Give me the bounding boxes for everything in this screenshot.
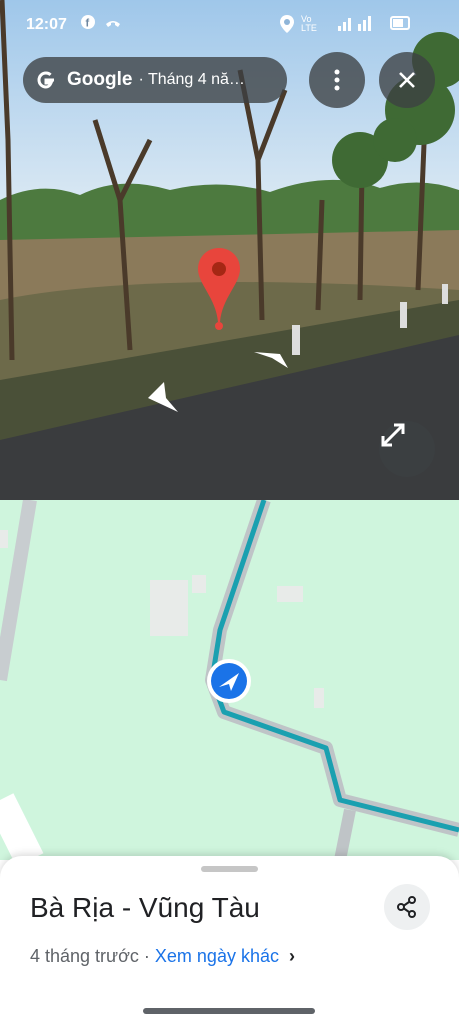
location-icon: [279, 14, 295, 38]
google-g-icon: [37, 71, 54, 89]
separator: ·: [138, 946, 155, 966]
time-ago-label: 4 tháng trước: [30, 946, 139, 966]
move-forward-arrow-icon[interactable]: [252, 350, 290, 370]
other-dates-link[interactable]: Xem ngày khác: [155, 946, 279, 966]
gesture-nav-bar[interactable]: [143, 1008, 315, 1014]
map-view[interactable]: [0, 500, 459, 860]
move-left-arrow-icon[interactable]: [144, 380, 182, 414]
svg-text:f: f: [86, 18, 90, 30]
share-icon: [397, 896, 416, 918]
close-icon: [399, 72, 415, 88]
chevron-right-icon[interactable]: ›: [289, 946, 295, 966]
more-options-button[interactable]: [309, 52, 365, 108]
location-pin-icon: [198, 248, 240, 330]
sheet-drag-handle[interactable]: [201, 866, 258, 872]
place-name: Bà Rịa - Vũng Tàu: [30, 892, 260, 923]
date-info-row: 4 tháng trước · Xem ngày khác ›: [30, 946, 295, 967]
status-time: 12:07: [26, 16, 67, 33]
capture-date-label: · Tháng 4 nă…: [138, 71, 245, 88]
current-location-arrow-icon: [207, 659, 251, 703]
expand-icon: [381, 423, 405, 447]
brand-label: Google: [67, 69, 133, 90]
close-button[interactable]: [379, 52, 435, 108]
share-button[interactable]: [384, 884, 430, 930]
street-view-info-pill[interactable]: Google · Tháng 4 nă…: [23, 57, 287, 103]
more-vert-icon: [334, 69, 340, 91]
signal-icon: [336, 14, 376, 36]
call-icon: [104, 14, 122, 34]
expand-button[interactable]: [379, 421, 435, 477]
status-bar: 12:07 f Vo LTE: [0, 0, 459, 52]
volte-indicator: Vo LTE: [301, 14, 317, 33]
facebook-icon: f: [80, 14, 96, 34]
battery-icon: [390, 14, 412, 36]
place-bottom-sheet[interactable]: Bà Rịa - Vũng Tàu 4 tháng trước · Xem ng…: [0, 856, 459, 1024]
